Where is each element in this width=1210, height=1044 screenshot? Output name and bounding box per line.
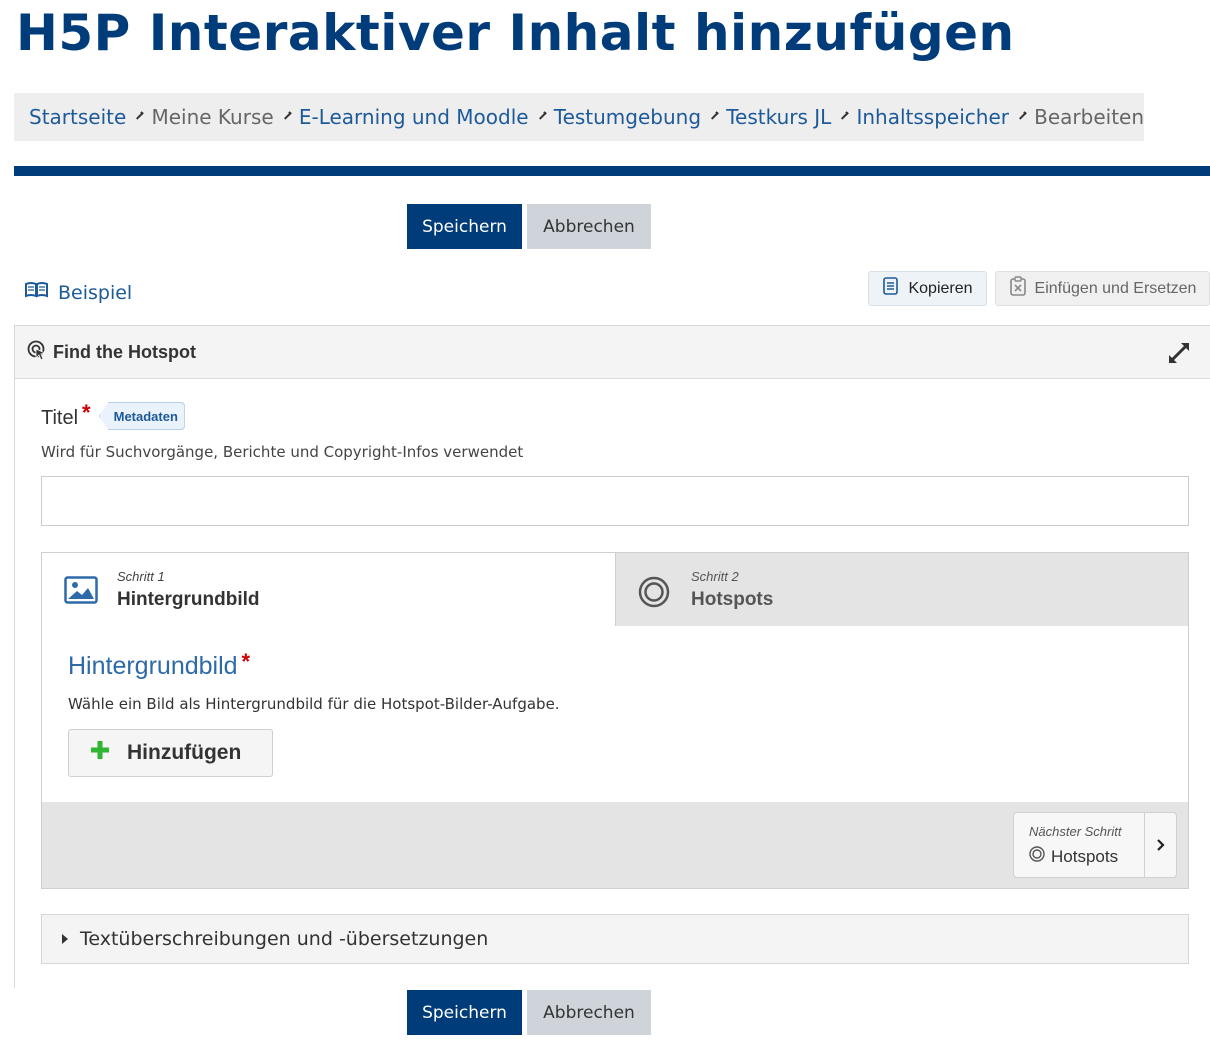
- hotspot-wizard: Schritt 1 Hintergrundbild Schritt 2 Hots…: [41, 552, 1189, 889]
- copy-button[interactable]: Kopieren: [868, 271, 987, 306]
- copy-label: Kopieren: [908, 279, 973, 297]
- chevron-right-icon: [135, 110, 145, 120]
- tab-step-1[interactable]: Schritt 1 Hintergrundbild: [42, 553, 615, 626]
- title-label-text: Titel: [41, 406, 79, 429]
- next-step-target: Hotspots: [1029, 846, 1118, 867]
- next-step-label: Nächster Schritt: [1029, 824, 1122, 839]
- breadcrumb: Startseite Meine Kurse E-Learning und Mo…: [14, 93, 1144, 141]
- breadcrumb-item-startseite[interactable]: Startseite: [29, 105, 126, 129]
- paste-replace-button[interactable]: Einfügen und Ersetzen: [995, 271, 1210, 306]
- step-2-title: Hotspots: [691, 589, 774, 610]
- title-field-label: Titel * Metadaten: [41, 400, 185, 432]
- breadcrumb-item-bearbeiten: Bearbeiten: [1034, 105, 1145, 129]
- save-button-top[interactable]: Speichern: [407, 204, 522, 249]
- hotspot-icon: [638, 576, 670, 613]
- example-label: Beispiel: [58, 281, 133, 304]
- title-input[interactable]: [41, 476, 1189, 526]
- clipboard-icon: [1009, 275, 1027, 302]
- fullscreen-expand-icon[interactable]: [1166, 340, 1192, 371]
- breadcrumb-item-inhaltsspeicher[interactable]: Inhaltsspeicher: [856, 105, 1009, 129]
- chevron-right-icon: [1144, 813, 1176, 877]
- paste-label: Einfügen und Ersetzen: [1034, 279, 1197, 297]
- background-image-heading-text: Hintergrundbild: [68, 652, 238, 680]
- copy-icon: [882, 276, 900, 301]
- hotspot-pointer-icon: [27, 340, 47, 365]
- step-1-title: Hintergrundbild: [117, 589, 260, 610]
- breadcrumb-item-elearning[interactable]: E-Learning und Moodle: [299, 105, 529, 129]
- add-image-label: Hinzufügen: [127, 741, 242, 764]
- page-title: H5P Interaktiver Inhalt hinzufügen: [16, 4, 1015, 62]
- text-overrides-label: Textüberschreibungen und -übersetzungen: [80, 928, 489, 950]
- add-image-button[interactable]: Hinzufügen: [68, 729, 273, 777]
- background-image-heading: Hintergrundbild *: [68, 648, 251, 681]
- breadcrumb-item-meine-kurse: Meine Kurse: [151, 105, 274, 129]
- image-icon: [64, 576, 98, 609]
- wizard-footer: Nächster Schritt Hotspots: [42, 802, 1188, 888]
- header-divider: [14, 166, 1210, 176]
- hotspot-icon: [1029, 846, 1045, 867]
- chevron-right-icon: [282, 110, 292, 120]
- required-marker: *: [241, 648, 251, 674]
- wizard-tabs: Schritt 1 Hintergrundbild Schritt 2 Hots…: [42, 553, 1188, 626]
- cancel-button-bottom[interactable]: Abbrechen: [527, 990, 651, 1035]
- editor-header: Find the Hotspot: [15, 326, 1210, 379]
- h5p-editor-panel: Find the Hotspot Titel * Metadaten Wird …: [14, 325, 1210, 988]
- text-overrides-collapsible[interactable]: Textüberschreibungen und -übersetzungen: [41, 914, 1189, 964]
- breadcrumb-item-testumgebung[interactable]: Testumgebung: [554, 105, 701, 129]
- content-type-title: Find the Hotspot: [53, 341, 196, 362]
- breadcrumb-item-testkurs[interactable]: Testkurs JL: [726, 105, 831, 129]
- chevron-right-icon: [537, 110, 547, 120]
- step-2-label: Schritt 2: [691, 569, 739, 584]
- step-1-label: Schritt 1: [117, 569, 165, 584]
- chevron-right-icon: [840, 110, 850, 120]
- book-icon: [25, 281, 48, 304]
- required-marker: *: [82, 400, 91, 425]
- next-step-target-label: Hotspots: [1051, 846, 1119, 866]
- tab-step-2[interactable]: Schritt 2 Hotspots: [615, 553, 1188, 626]
- example-link[interactable]: Beispiel: [25, 281, 132, 304]
- save-button-bottom[interactable]: Speichern: [407, 990, 522, 1035]
- background-image-description: Wähle ein Bild als Hintergrundbild für d…: [68, 695, 560, 713]
- title-field-description: Wird für Suchvorgänge, Berichte und Copy…: [41, 443, 524, 461]
- caret-right-icon: [62, 934, 68, 944]
- cancel-button-top[interactable]: Abbrechen: [527, 204, 651, 249]
- next-step-button[interactable]: Nächster Schritt Hotspots: [1013, 812, 1177, 878]
- plus-icon: [89, 739, 111, 767]
- chevron-right-icon: [710, 110, 719, 120]
- chevron-right-icon: [1018, 110, 1027, 120]
- metadata-button[interactable]: Metadaten: [98, 402, 185, 430]
